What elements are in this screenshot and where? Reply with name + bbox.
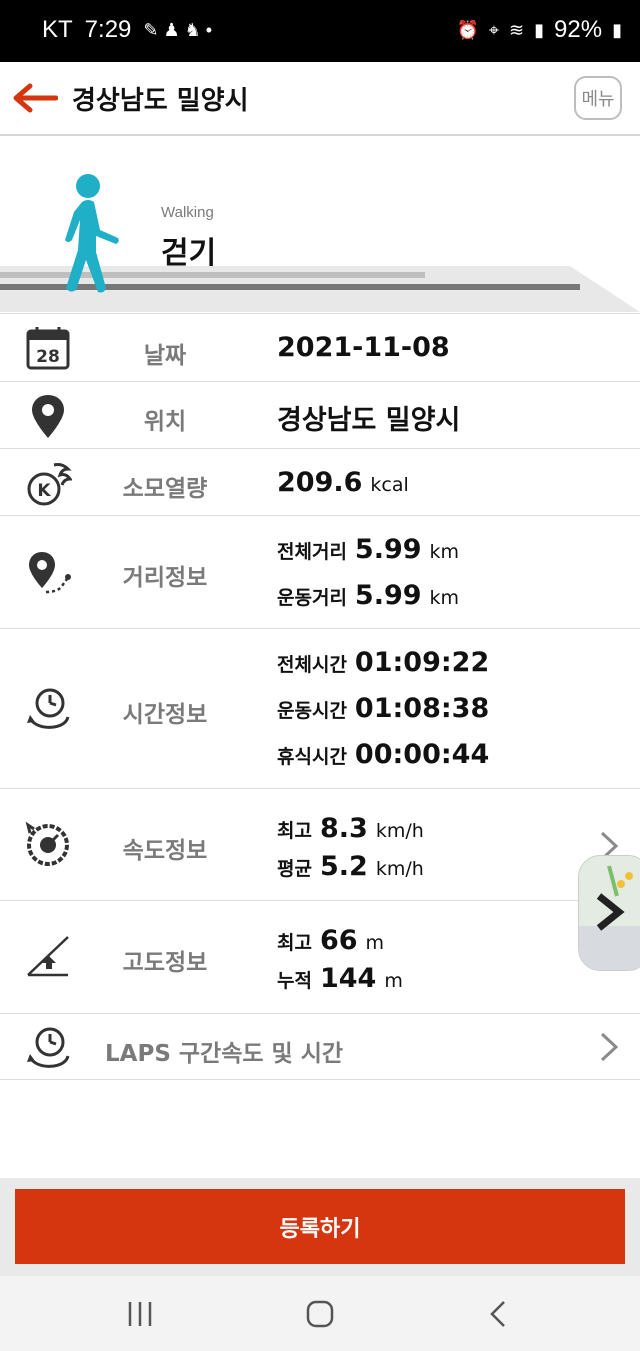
distance-total-line: 전체거리 5.99 km xyxy=(277,534,459,565)
register-button[interactable]: 등록하기 xyxy=(15,1189,625,1264)
speedometer-icon xyxy=(25,821,69,866)
activity-title: 걷기 xyxy=(161,236,217,271)
speed-row[interactable]: 속도정보 최고 8.3 km/h 평균 5.2 km/h xyxy=(0,788,640,900)
time-row: 시간정보 전체시간 01:09:22 운동시간 01:08:38 휴식시간 00… xyxy=(0,628,640,788)
time-total-value: 01:09:22 xyxy=(354,647,490,678)
altitude-row[interactable]: 고도정보 최고 66 m 누적 144 m xyxy=(0,900,640,1013)
distance-route-icon xyxy=(29,552,71,594)
speed-max-line: 최고 8.3 km/h xyxy=(277,813,424,844)
speed-avg-value: 5.2 xyxy=(319,851,368,882)
date-row: 28 날짜 2021-11-08 xyxy=(0,313,640,381)
location-pin-icon xyxy=(32,395,64,438)
activity-banner: Walking 걷기 xyxy=(0,136,640,312)
speed-max-unit: km/h xyxy=(375,820,424,842)
location-row: 위치 경상남도 밀양시 xyxy=(0,381,640,448)
status-right: ⏰ ⌖ ≋ ▮ 92% ▮ xyxy=(456,16,622,44)
clock-time: 7:29 xyxy=(84,16,132,43)
notification-icons: ✎ ♟ ♞ • xyxy=(143,19,213,40)
altitude-cumulative-value: 144 xyxy=(319,963,377,994)
time-rest-value: 00:00:44 xyxy=(354,739,490,770)
distance-exercise-key: 운동거리 xyxy=(277,587,347,609)
speed-label: 속도정보 xyxy=(122,838,208,864)
laps-clock-icon xyxy=(27,1027,70,1068)
status-bar: KT 7:29 ✎ ♟ ♞ • ⏰ ⌖ ≋ ▮ 92% ▮ xyxy=(0,0,640,62)
calories-row: K 소모열량 209.6 kcal xyxy=(0,448,640,515)
speed-avg-line: 평균 5.2 km/h xyxy=(277,851,424,882)
walking-person-icon xyxy=(65,174,119,293)
time-label: 시간정보 xyxy=(122,702,208,728)
recent-apps-icon[interactable] xyxy=(120,1296,160,1332)
calories-value: 209.6 xyxy=(277,467,363,498)
distance-row: 거리정보 전체거리 5.99 km 운동거리 5.99 km xyxy=(0,515,640,628)
calories-unit: kcal xyxy=(370,474,409,496)
time-rest-line: 휴식시간 00:00:44 xyxy=(277,739,489,770)
home-icon[interactable] xyxy=(300,1296,340,1332)
time-total-key: 전체시간 xyxy=(277,654,347,676)
battery-level: 92% xyxy=(554,16,603,43)
altitude-label: 고도정보 xyxy=(122,950,208,976)
laps-label: LAPS 구간속도 및 시간 xyxy=(105,1041,344,1067)
speed-avg-unit: km/h xyxy=(375,858,424,880)
location-value: 경상남도 밀양시 xyxy=(277,405,461,436)
menu-button[interactable]: 메뉴 xyxy=(574,76,622,120)
speed-max-key: 최고 xyxy=(277,820,312,842)
calorie-flame-icon: K xyxy=(27,463,72,506)
date-value: 2021-11-08 xyxy=(277,332,450,363)
altitude-max-line: 최고 66 m xyxy=(277,925,384,956)
signal-icon: ▮ xyxy=(534,19,545,40)
app-header: 경상남도 밀양시 메뉴 xyxy=(0,62,640,137)
calories-line: 209.6 kcal xyxy=(277,467,409,498)
location-status-icon: ⌖ xyxy=(488,19,500,40)
clock-timer-icon xyxy=(27,688,70,729)
altitude-cumulative-unit: m xyxy=(384,970,403,992)
time-rest-key: 휴식시간 xyxy=(277,746,347,768)
date-label: 날짜 xyxy=(143,343,187,369)
page-title: 경상남도 밀양시 xyxy=(72,86,249,116)
altitude-max-unit: m xyxy=(365,932,385,954)
time-exercise-value: 01:08:38 xyxy=(354,693,490,724)
speed-avg-key: 평균 xyxy=(277,858,312,880)
location-label: 위치 xyxy=(143,409,187,435)
distance-total-unit: km xyxy=(429,541,460,563)
carrier-label: KT xyxy=(42,16,73,43)
activity-subtitle: Walking xyxy=(161,204,214,221)
altitude-slope-icon xyxy=(27,936,69,977)
speed-max-value: 8.3 xyxy=(319,813,368,844)
altitude-cumulative-key: 누적 xyxy=(277,970,312,992)
altitude-max-key: 최고 xyxy=(277,932,312,954)
wifi-icon: ≋ xyxy=(509,19,525,40)
distance-label: 거리정보 xyxy=(122,565,208,591)
chevron-right-icon[interactable] xyxy=(598,1030,620,1064)
time-exercise-key: 운동시간 xyxy=(277,700,347,722)
distance-total-value: 5.99 xyxy=(354,534,422,565)
calendar-day-text: 28 xyxy=(36,347,60,367)
map-thumbnail-icon xyxy=(579,856,640,970)
laps-row[interactable]: LAPS 구간속도 및 시간 xyxy=(0,1013,640,1080)
altitude-cumulative-line: 누적 144 m xyxy=(277,963,403,994)
back-nav-icon[interactable] xyxy=(478,1296,518,1332)
calendar-icon: 28 xyxy=(26,327,70,370)
calories-label: 소모열량 xyxy=(122,476,208,502)
system-navigation-bar xyxy=(0,1276,640,1351)
distance-exercise-line: 운동거리 5.99 km xyxy=(277,580,459,611)
back-arrow-icon[interactable] xyxy=(12,82,58,114)
distance-total-key: 전체거리 xyxy=(277,541,347,563)
map-preview-button[interactable] xyxy=(578,855,640,971)
time-exercise-line: 운동시간 01:08:38 xyxy=(277,693,489,724)
alarm-icon: ⏰ xyxy=(456,19,479,40)
distance-exercise-unit: km xyxy=(429,587,460,609)
status-left: KT 7:29 ✎ ♟ ♞ • xyxy=(42,16,212,44)
battery-icon: ▮ xyxy=(612,19,622,40)
altitude-max-value: 66 xyxy=(319,925,358,956)
distance-exercise-value: 5.99 xyxy=(354,580,422,611)
time-total-line: 전체시간 01:09:22 xyxy=(277,647,489,678)
svg-text:K: K xyxy=(37,481,51,501)
